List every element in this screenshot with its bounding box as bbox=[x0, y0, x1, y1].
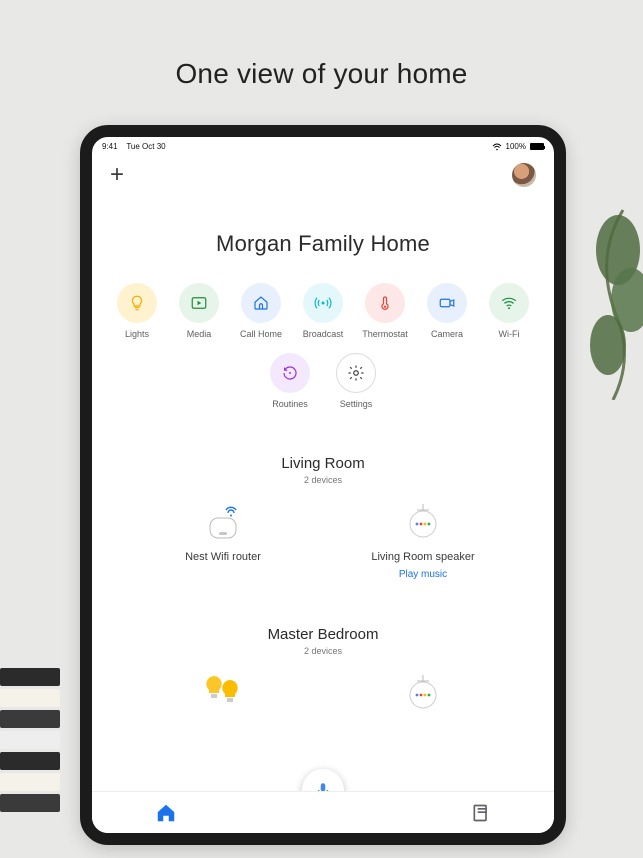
routines-icon bbox=[270, 353, 310, 393]
decorative-books bbox=[0, 668, 60, 838]
quick-actions-row2: Routines Settings bbox=[92, 353, 554, 409]
device-tile[interactable] bbox=[358, 672, 488, 722]
room-title: Living Room bbox=[92, 455, 554, 472]
add-button[interactable]: + bbox=[110, 161, 124, 189]
bulb-icon bbox=[117, 283, 157, 323]
wifi-icon bbox=[489, 283, 529, 323]
status-bar: 9:41 Tue Oct 30 100% bbox=[92, 137, 554, 153]
device-tile[interactable] bbox=[158, 672, 288, 722]
room-subtitle: 2 devices bbox=[92, 475, 554, 485]
device-name: Nest Wifi router bbox=[158, 551, 288, 563]
device-name: Living Room speaker bbox=[358, 551, 488, 563]
wifi-status-icon bbox=[492, 143, 502, 151]
device-action-link[interactable]: Play music bbox=[358, 569, 488, 580]
action-label: Media bbox=[175, 329, 223, 339]
action-lights[interactable]: Lights bbox=[113, 283, 161, 339]
profile-avatar[interactable] bbox=[512, 163, 536, 187]
action-routines[interactable]: Routines bbox=[266, 353, 314, 409]
speaker-icon bbox=[358, 672, 488, 716]
action-media[interactable]: Media bbox=[175, 283, 223, 339]
device-tile[interactable]: Nest Wifi router bbox=[158, 501, 288, 580]
action-label: Thermostat bbox=[361, 329, 409, 339]
bottom-nav bbox=[92, 791, 554, 833]
action-wi-fi[interactable]: Wi-Fi bbox=[485, 283, 533, 339]
status-date: Tue Oct 30 bbox=[126, 142, 165, 151]
action-call-home[interactable]: Call Home bbox=[237, 283, 285, 339]
status-time: 9:41 bbox=[102, 142, 118, 151]
callhome-icon bbox=[241, 283, 281, 323]
action-label: Call Home bbox=[237, 329, 285, 339]
action-broadcast[interactable]: Broadcast bbox=[299, 283, 347, 339]
room-devices: Nest Wifi router Living Room speaker Play … bbox=[92, 501, 554, 580]
nav-feed-icon[interactable] bbox=[471, 803, 491, 823]
gear-icon bbox=[336, 353, 376, 393]
room-devices bbox=[92, 672, 554, 722]
action-label: Camera bbox=[423, 329, 471, 339]
action-thermostat[interactable]: Thermostat bbox=[361, 283, 409, 339]
room-title: Master Bedroom bbox=[92, 626, 554, 643]
action-label: Wi-Fi bbox=[485, 329, 533, 339]
quick-actions-row: Lights Media Call Home Broadcast Thermostat C… bbox=[92, 283, 554, 339]
battery-icon bbox=[530, 143, 544, 150]
thermostat-icon bbox=[365, 283, 405, 323]
broadcast-icon bbox=[303, 283, 343, 323]
action-camera[interactable]: Camera bbox=[423, 283, 471, 339]
action-label: Routines bbox=[266, 399, 314, 409]
action-label: Lights bbox=[113, 329, 161, 339]
router-icon bbox=[158, 501, 288, 545]
decorative-plant bbox=[563, 200, 643, 400]
room-section: Living Room 2 devices Nest Wifi router Li… bbox=[92, 455, 554, 580]
home-title: Morgan Family Home bbox=[92, 231, 554, 257]
camera-icon bbox=[427, 283, 467, 323]
tablet-frame: 9:41 Tue Oct 30 100% + Morgan Family Hom… bbox=[80, 125, 566, 845]
device-tile[interactable]: Living Room speaker Play music bbox=[358, 501, 488, 580]
media-icon bbox=[179, 283, 219, 323]
action-label: Settings bbox=[332, 399, 380, 409]
page-headline: One view of your home bbox=[0, 0, 643, 90]
room-section: Master Bedroom 2 devices bbox=[92, 626, 554, 722]
action-label: Broadcast bbox=[299, 329, 347, 339]
nav-home-icon[interactable] bbox=[155, 802, 177, 824]
room-subtitle: 2 devices bbox=[92, 646, 554, 656]
bulbs-icon bbox=[158, 672, 288, 716]
action-settings[interactable]: Settings bbox=[332, 353, 380, 409]
speaker-icon bbox=[358, 501, 488, 545]
status-battery-text: 100% bbox=[506, 142, 526, 151]
